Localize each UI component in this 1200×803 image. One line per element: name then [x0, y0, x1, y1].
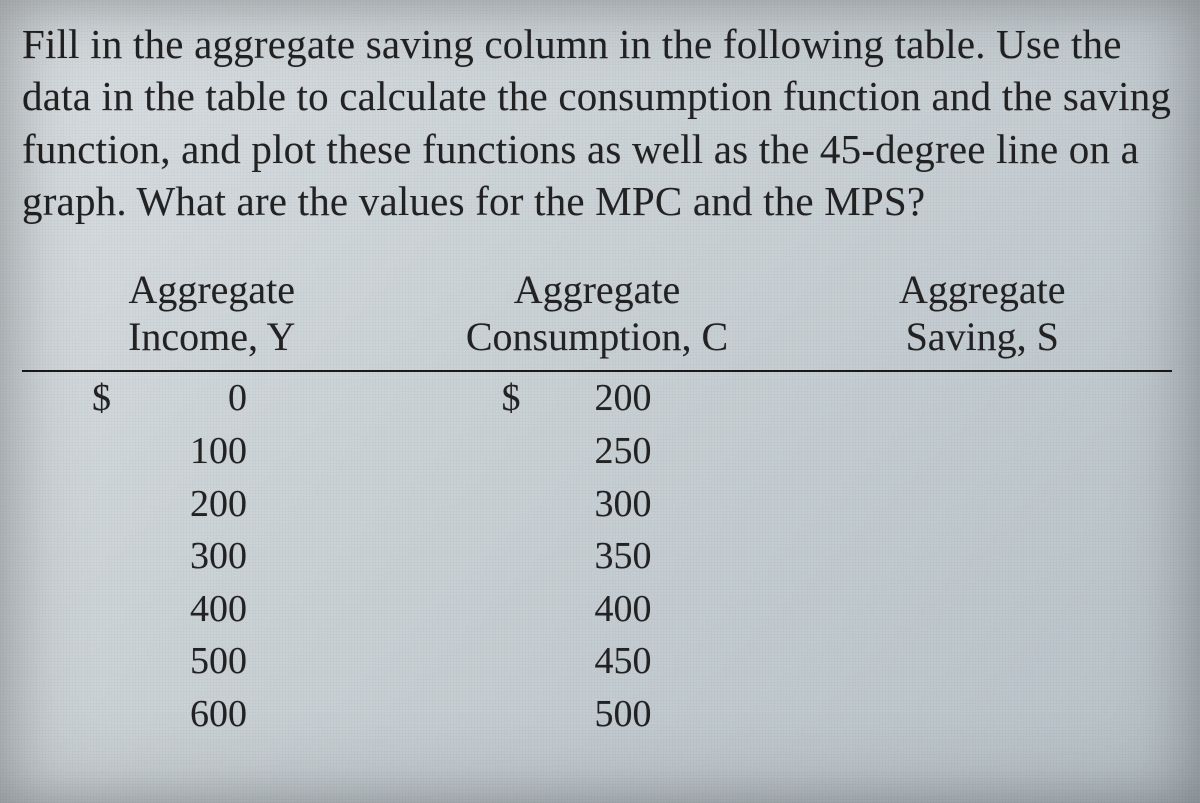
income-value: 200: [127, 480, 247, 529]
consumption-value: 250: [532, 427, 652, 476]
cell-consumption: 300: [402, 478, 793, 531]
header-row: Aggregate Income, Y Aggregate Consumptio…: [22, 266, 1172, 371]
income-value: 300: [127, 532, 247, 581]
cell-saving: [793, 478, 1173, 531]
income-value: 100: [127, 427, 247, 476]
consumption-value: 500: [532, 690, 652, 739]
header-saving: Aggregate Saving, S: [793, 266, 1173, 371]
question-text: Fill in the aggregate saving column in t…: [22, 18, 1178, 228]
cell-income: 100: [22, 425, 402, 478]
income-value: 400: [127, 585, 247, 634]
consumption-value: 300: [532, 480, 652, 529]
table-row: 100 250: [22, 425, 1172, 478]
currency-symbol: $: [502, 374, 532, 423]
cell-saving: [793, 530, 1173, 583]
cell-saving: [793, 583, 1173, 636]
cell-income: 200: [22, 478, 402, 531]
data-table: Aggregate Income, Y Aggregate Consumptio…: [22, 266, 1172, 741]
cell-consumption: 400: [402, 583, 793, 636]
table-row: 600 500: [22, 688, 1172, 741]
cell-consumption: 250: [402, 425, 793, 478]
cell-income: 400: [22, 583, 402, 636]
table-row: 300 350: [22, 530, 1172, 583]
data-table-wrap: Aggregate Income, Y Aggregate Consumptio…: [22, 266, 1178, 741]
cell-income: 600: [22, 688, 402, 741]
income-value: 0: [127, 374, 247, 423]
header-consumption: Aggregate Consumption, C: [402, 266, 793, 371]
cell-consumption: 350: [402, 530, 793, 583]
cell-saving: [793, 425, 1173, 478]
cell-consumption: 450: [402, 635, 793, 688]
table-row: 400 400: [22, 583, 1172, 636]
consumption-value: 400: [532, 585, 652, 634]
cell-income: 500: [22, 635, 402, 688]
cell-saving: [793, 688, 1173, 741]
table-row: 500 450: [22, 635, 1172, 688]
cell-consumption: $200: [402, 371, 793, 425]
cell-income: 300: [22, 530, 402, 583]
cell-income: $0: [22, 371, 402, 425]
income-value: 500: [127, 637, 247, 686]
cell-saving: [793, 371, 1173, 425]
currency-symbol: $: [92, 374, 127, 423]
table-row: $0$200: [22, 371, 1172, 425]
consumption-value: 450: [532, 637, 652, 686]
cell-saving: [793, 635, 1173, 688]
income-value: 600: [127, 690, 247, 739]
consumption-value: 200: [532, 374, 652, 423]
table-row: 200 300: [22, 478, 1172, 531]
textbook-page: Fill in the aggregate saving column in t…: [0, 0, 1200, 741]
consumption-value: 350: [532, 532, 652, 581]
header-income: Aggregate Income, Y: [22, 266, 402, 371]
cell-consumption: 500: [402, 688, 793, 741]
table-body: $0$2001002502003003003504004005004506005…: [22, 371, 1172, 740]
